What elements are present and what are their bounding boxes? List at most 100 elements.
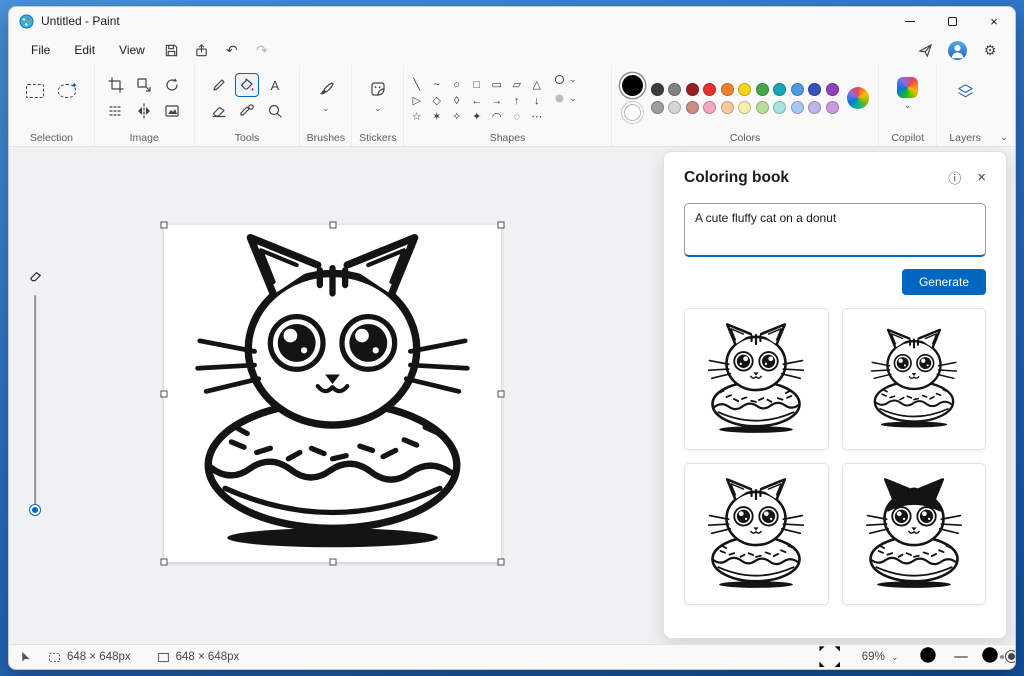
brushes-chevron-icon[interactable]: ⌄ bbox=[322, 104, 330, 113]
generated-image-card[interactable] bbox=[841, 308, 986, 450]
undo-icon[interactable]: ↶ bbox=[219, 39, 245, 61]
color-swatch[interactable] bbox=[720, 100, 734, 114]
eraser-tool[interactable] bbox=[207, 99, 231, 123]
menu-edit[interactable]: Edit bbox=[64, 39, 105, 61]
smart-select-tool[interactable]: ✦ bbox=[55, 79, 79, 103]
titlebar[interactable]: Untitled - Paint × bbox=[9, 7, 1015, 35]
rotate-tool[interactable] bbox=[160, 73, 184, 97]
menu-view[interactable]: View bbox=[109, 39, 155, 61]
slider-track[interactable] bbox=[34, 295, 36, 513]
color-swatch[interactable] bbox=[790, 82, 804, 96]
selection-handle[interactable] bbox=[497, 558, 505, 566]
color-swatch[interactable] bbox=[755, 100, 769, 114]
edit-colors-wheel-icon[interactable] bbox=[846, 87, 869, 109]
shape-icon[interactable]: ☆ bbox=[408, 109, 425, 124]
generated-image-card[interactable] bbox=[841, 463, 986, 605]
color-swatch[interactable] bbox=[755, 82, 769, 96]
copilot-icon[interactable] bbox=[897, 77, 919, 98]
selection-handle[interactable] bbox=[497, 390, 505, 397]
zoom-slider[interactable] bbox=[953, 651, 1015, 663]
shape-icon[interactable]: → bbox=[488, 93, 505, 108]
shape-outline-dropdown[interactable]: ⌄ bbox=[553, 73, 577, 86]
minimize-button[interactable] bbox=[889, 7, 931, 35]
zoom-slider-track[interactable] bbox=[953, 656, 968, 658]
color-swatch[interactable] bbox=[738, 82, 752, 96]
zoom-out-icon[interactable] bbox=[916, 643, 943, 670]
slider-thumb[interactable] bbox=[30, 505, 40, 515]
color-swatch[interactable] bbox=[825, 100, 839, 114]
color-swatch[interactable] bbox=[773, 100, 787, 114]
shape-icon[interactable]: ◠ bbox=[488, 109, 505, 124]
zoom-level-dropdown[interactable]: 69% ⌄ bbox=[854, 649, 907, 665]
shape-icon[interactable]: ✶ bbox=[428, 109, 445, 124]
background-color-swatch[interactable] bbox=[623, 104, 641, 121]
selection-handle[interactable] bbox=[497, 221, 505, 229]
generated-image-card[interactable] bbox=[684, 463, 829, 605]
selection-handle[interactable] bbox=[329, 221, 336, 229]
color-swatch[interactable] bbox=[738, 100, 752, 114]
shape-icon[interactable]: ▭ bbox=[488, 77, 505, 92]
color-swatch[interactable] bbox=[720, 82, 734, 96]
fill-tool[interactable] bbox=[235, 73, 260, 97]
sticker-icon[interactable] bbox=[366, 77, 390, 101]
panel-close-icon[interactable]: × bbox=[977, 169, 986, 186]
flip-tool[interactable] bbox=[132, 99, 156, 123]
redo-icon[interactable]: ↷ bbox=[249, 39, 275, 61]
selection-handle[interactable] bbox=[329, 558, 336, 566]
color-swatch[interactable] bbox=[650, 100, 664, 114]
color-swatch[interactable] bbox=[773, 82, 787, 96]
copilot-chevron-icon[interactable]: ⌄ bbox=[904, 101, 912, 110]
close-button[interactable]: × bbox=[973, 7, 1015, 35]
shape-icon[interactable]: □ bbox=[468, 77, 485, 92]
shape-icon[interactable]: ✧ bbox=[448, 109, 465, 124]
color-swatch[interactable] bbox=[685, 100, 699, 114]
fit-to-screen-icon[interactable] bbox=[816, 643, 843, 670]
shape-icon[interactable]: ▱ bbox=[508, 77, 525, 92]
pattern-tool[interactable] bbox=[104, 99, 128, 123]
ribbon-collapse-chevron[interactable]: ⌄ bbox=[993, 65, 1015, 146]
info-icon[interactable]: ⓘ bbox=[948, 168, 961, 187]
shape-icon[interactable]: ▷ bbox=[408, 93, 425, 108]
color-swatch[interactable] bbox=[668, 82, 682, 96]
color-swatch[interactable] bbox=[703, 82, 717, 96]
feedback-icon[interactable] bbox=[912, 39, 938, 61]
shape-icon[interactable]: ⋯ bbox=[528, 109, 545, 124]
color-swatch[interactable] bbox=[685, 82, 699, 96]
tool-size-slider[interactable] bbox=[23, 265, 47, 529]
color-swatch[interactable] bbox=[668, 100, 682, 114]
canvas[interactable] bbox=[160, 221, 505, 566]
selection-handle[interactable] bbox=[160, 390, 168, 397]
settings-gear-icon[interactable]: ⚙ bbox=[977, 39, 1003, 61]
shape-icon[interactable]: ✦ bbox=[468, 109, 485, 124]
shape-icon[interactable]: ↑ bbox=[508, 93, 525, 108]
foreground-color-swatch[interactable] bbox=[621, 75, 643, 96]
export-icon[interactable] bbox=[189, 39, 215, 61]
prompt-input[interactable]: A cute fluffy cat on a donut bbox=[684, 203, 986, 257]
selection-handle[interactable] bbox=[160, 558, 168, 566]
pencil-tool[interactable] bbox=[207, 73, 231, 97]
shape-icon[interactable]: ○ bbox=[448, 77, 465, 92]
generated-image-card[interactable] bbox=[684, 308, 829, 450]
image-frame-tool[interactable] bbox=[160, 99, 184, 123]
shape-icon[interactable]: ~ bbox=[428, 77, 445, 92]
magnifier-tool[interactable] bbox=[263, 99, 287, 123]
zoom-slider-thumb[interactable] bbox=[1005, 651, 1015, 662]
save-icon[interactable] bbox=[159, 39, 185, 61]
color-swatch[interactable] bbox=[808, 82, 822, 96]
color-swatch[interactable] bbox=[703, 100, 717, 114]
layers-icon[interactable] bbox=[953, 79, 977, 103]
rectangle-select-tool[interactable] bbox=[23, 79, 47, 103]
color-swatch[interactable] bbox=[825, 82, 839, 96]
generate-button[interactable]: Generate bbox=[901, 269, 986, 295]
shape-icon[interactable]: ↓ bbox=[528, 93, 545, 108]
menu-file[interactable]: File bbox=[21, 39, 60, 61]
crop-tool[interactable] bbox=[104, 73, 128, 97]
brush-icon[interactable] bbox=[314, 77, 338, 101]
shape-fill-dropdown[interactable]: ⌄ bbox=[553, 92, 577, 105]
color-swatch[interactable] bbox=[650, 82, 664, 96]
shape-icon[interactable]: ◊ bbox=[448, 93, 465, 108]
shape-icon[interactable]: ╲ bbox=[408, 77, 425, 92]
shape-icon[interactable]: ◌ bbox=[508, 109, 525, 124]
color-swatch[interactable] bbox=[790, 100, 804, 114]
maximize-button[interactable] bbox=[931, 7, 973, 35]
